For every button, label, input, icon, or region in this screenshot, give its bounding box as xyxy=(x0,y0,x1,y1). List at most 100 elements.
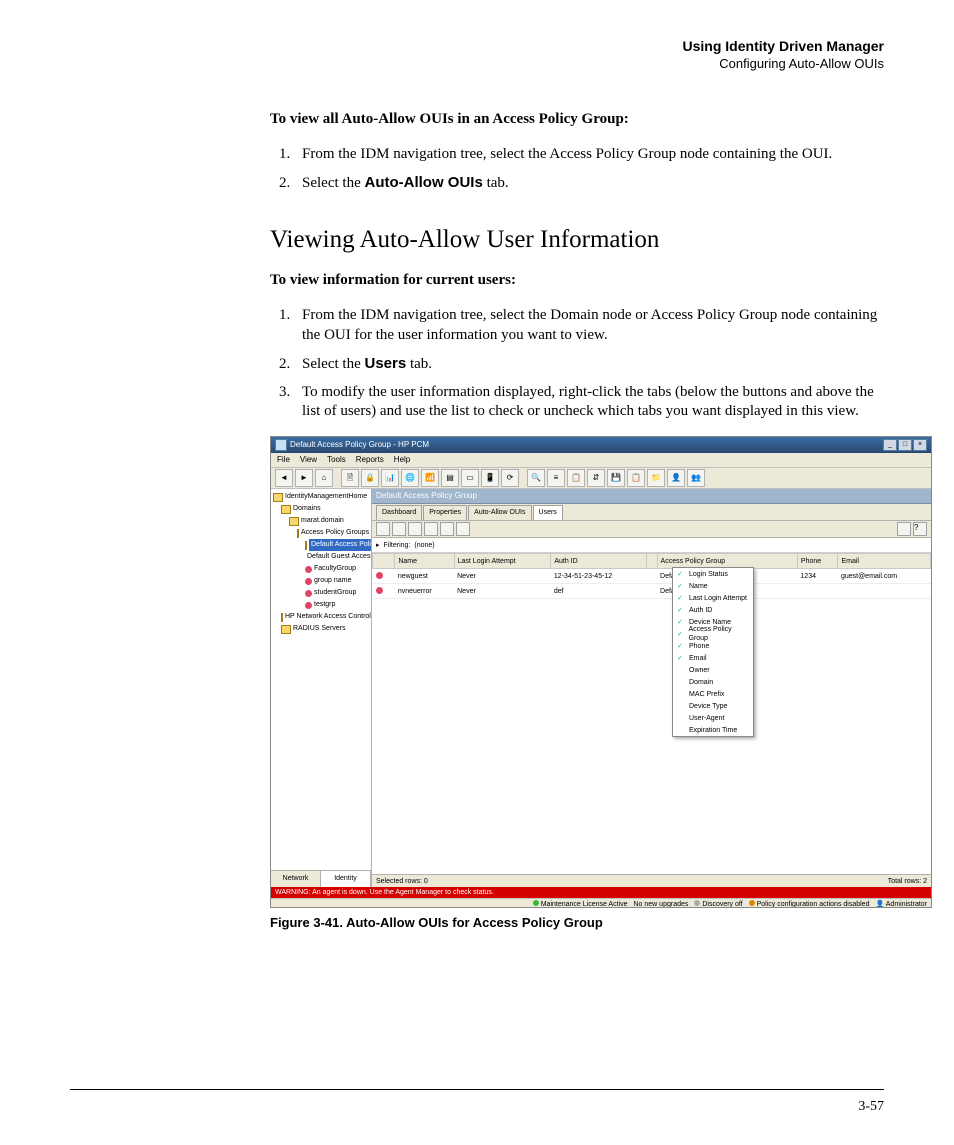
tab-users[interactable]: Users xyxy=(533,505,563,520)
users-grid[interactable]: NameLast Login AttemptAuth IDAccess Poli… xyxy=(372,553,931,599)
menu-file[interactable]: File xyxy=(277,455,290,466)
section2-step-2: Select the Users tab. xyxy=(294,354,884,375)
minimize-button[interactable]: _ xyxy=(883,439,897,451)
note-icon[interactable]: 🗎 xyxy=(341,469,359,487)
page-icon[interactable]: ▤ xyxy=(441,469,459,487)
status-bar: Maintenance License Active No new upgrad… xyxy=(271,898,931,908)
lock-icon[interactable]: 🔒 xyxy=(361,469,379,487)
sub-btn-4[interactable] xyxy=(424,522,438,536)
chart-icon[interactable]: 📊 xyxy=(381,469,399,487)
forward-button[interactable]: ► xyxy=(295,469,313,487)
tree-node[interactable]: Default Access Policy xyxy=(273,539,369,551)
column-header[interactable] xyxy=(647,554,657,569)
back-button[interactable]: ◄ xyxy=(275,469,293,487)
context-menu-item[interactable]: ✓Last Login Attempt xyxy=(673,592,753,604)
nav-pane: IdentityManagementHomeDomainsmarat.domai… xyxy=(271,489,372,887)
context-menu-item[interactable]: User-Agent xyxy=(673,712,753,724)
sub-btn-3[interactable] xyxy=(408,522,422,536)
sub-btn-5[interactable] xyxy=(440,522,454,536)
menu-help[interactable]: Help xyxy=(394,455,410,466)
toolbar: ◄ ► ⌂ 🗎 🔒 📊 🌐 📶 ▤ ▭ 📱 ⟳ 🔍 ≡ 📋 ⇵ 💾 📋 xyxy=(271,468,931,489)
context-menu-item[interactable]: ✓Email xyxy=(673,652,753,664)
tab-dashboard[interactable]: Dashboard xyxy=(376,505,422,520)
page-number: 3-57 xyxy=(858,1099,884,1115)
tab-auto-allow-ouis[interactable]: Auto-Allow OUIs xyxy=(468,505,531,520)
refresh-icon[interactable]: ⟳ xyxy=(501,469,519,487)
folder-icon[interactable]: 📁 xyxy=(647,469,665,487)
context-menu-item[interactable]: ✓Login Status xyxy=(673,568,753,580)
footer-rule xyxy=(70,1089,884,1090)
warning-bar: WARNING: An agent is down. Use the Agent… xyxy=(271,887,931,898)
table-row[interactable]: nvneuerrorNeverdefDefault Access Policy … xyxy=(373,584,931,599)
export-icon[interactable] xyxy=(897,522,911,536)
main-tabs: Dashboard Properties Auto-Allow OUIs Use… xyxy=(372,504,931,521)
filter-value: (none) xyxy=(414,541,434,550)
tree-node[interactable]: group name xyxy=(273,575,369,587)
tree-node[interactable]: marat.domain xyxy=(273,515,369,527)
context-menu-item[interactable]: ✓Name xyxy=(673,580,753,592)
arrows-icon[interactable]: ⇵ xyxy=(587,469,605,487)
device-icon[interactable]: ▭ xyxy=(461,469,479,487)
sub-btn-6[interactable] xyxy=(456,522,470,536)
table-row[interactable]: newguestNever12-34-51-23-45-12Default Ac… xyxy=(373,569,931,584)
context-menu-item[interactable]: Expiration Time xyxy=(673,724,753,736)
navtab-identity[interactable]: Identity xyxy=(321,871,371,887)
paste-icon[interactable]: 📋 xyxy=(627,469,645,487)
panel-title: Default Access Policy Group xyxy=(372,489,931,504)
tree-node[interactable]: Access Policy Groups xyxy=(273,527,369,539)
maximize-button[interactable]: □ xyxy=(898,439,912,451)
save-icon[interactable]: 💾 xyxy=(607,469,625,487)
user-icon[interactable]: 👤 xyxy=(667,469,685,487)
context-menu-item[interactable]: Device Type xyxy=(673,700,753,712)
section2-step-3: To modify the user information displayed… xyxy=(294,383,884,423)
section2-steps: From the IDM navigation tree, select the… xyxy=(270,306,884,422)
tree-node[interactable]: testgrp xyxy=(273,599,369,611)
users-icon[interactable]: 👥 xyxy=(687,469,705,487)
globe-icon[interactable]: 🌐 xyxy=(401,469,419,487)
home-button[interactable]: ⌂ xyxy=(315,469,333,487)
context-menu-item[interactable]: ✓Access Policy Group xyxy=(673,628,753,640)
tree-node[interactable]: studentGroup xyxy=(273,587,369,599)
context-menu-item[interactable]: ✓Auth ID xyxy=(673,604,753,616)
menu-view[interactable]: View xyxy=(300,455,317,466)
nav-tree[interactable]: IdentityManagementHomeDomainsmarat.domai… xyxy=(271,489,371,870)
tree-node[interactable]: FacultyGroup xyxy=(273,563,369,575)
running-title: Using Identity Driven Manager xyxy=(683,38,884,56)
section2-heading: Viewing Auto-Allow User Information xyxy=(270,223,884,256)
sub-btn-1[interactable] xyxy=(376,522,390,536)
context-menu-item[interactable]: Owner xyxy=(673,664,753,676)
column-context-menu[interactable]: ✓Login Status✓Name✓Last Login Attempt✓Au… xyxy=(672,567,754,737)
column-header[interactable] xyxy=(373,554,395,569)
column-header[interactable]: Name xyxy=(395,554,454,569)
tree-node[interactable]: Domains xyxy=(273,503,369,515)
tree-node[interactable]: RADIUS Servers xyxy=(273,623,369,635)
close-button[interactable]: × xyxy=(913,439,927,451)
app-icon xyxy=(275,439,287,451)
tree-node[interactable]: IdentityManagementHome xyxy=(273,491,369,503)
filter-row[interactable]: ▸ Filtering: (none) xyxy=(372,538,931,553)
subtoolbar xyxy=(376,522,470,536)
tree-node[interactable]: HP Network Access Control xyxy=(273,611,369,623)
context-menu-item[interactable]: MAC Prefix xyxy=(673,688,753,700)
menubar: File View Tools Reports Help xyxy=(271,453,931,468)
column-header[interactable]: Last Login Attempt xyxy=(454,554,551,569)
menu-tools[interactable]: Tools xyxy=(327,455,346,466)
tab-properties[interactable]: Properties xyxy=(423,505,467,520)
wifi-icon[interactable]: 📶 xyxy=(421,469,439,487)
help-icon[interactable]: ? xyxy=(913,522,927,536)
column-header[interactable]: Email xyxy=(838,554,931,569)
column-header[interactable]: Phone xyxy=(797,554,838,569)
clip-icon[interactable]: 📋 xyxy=(567,469,585,487)
window-titlebar[interactable]: Default Access Policy Group - HP PCM _ □… xyxy=(271,437,931,453)
column-header[interactable]: Auth ID xyxy=(551,554,647,569)
sub-btn-2[interactable] xyxy=(392,522,406,536)
context-menu-item[interactable]: Domain xyxy=(673,676,753,688)
search-icon[interactable]: 🔍 xyxy=(527,469,545,487)
tree-node[interactable]: Default Guest Access Po xyxy=(273,551,369,563)
section2-lead: To view information for current users: xyxy=(270,271,884,291)
db-icon[interactable]: ≡ xyxy=(547,469,565,487)
mobile-icon[interactable]: 📱 xyxy=(481,469,499,487)
section1-lead: To view all Auto-Allow OUIs in an Access… xyxy=(270,110,884,130)
navtab-network[interactable]: Network xyxy=(271,871,321,887)
menu-reports[interactable]: Reports xyxy=(356,455,384,466)
